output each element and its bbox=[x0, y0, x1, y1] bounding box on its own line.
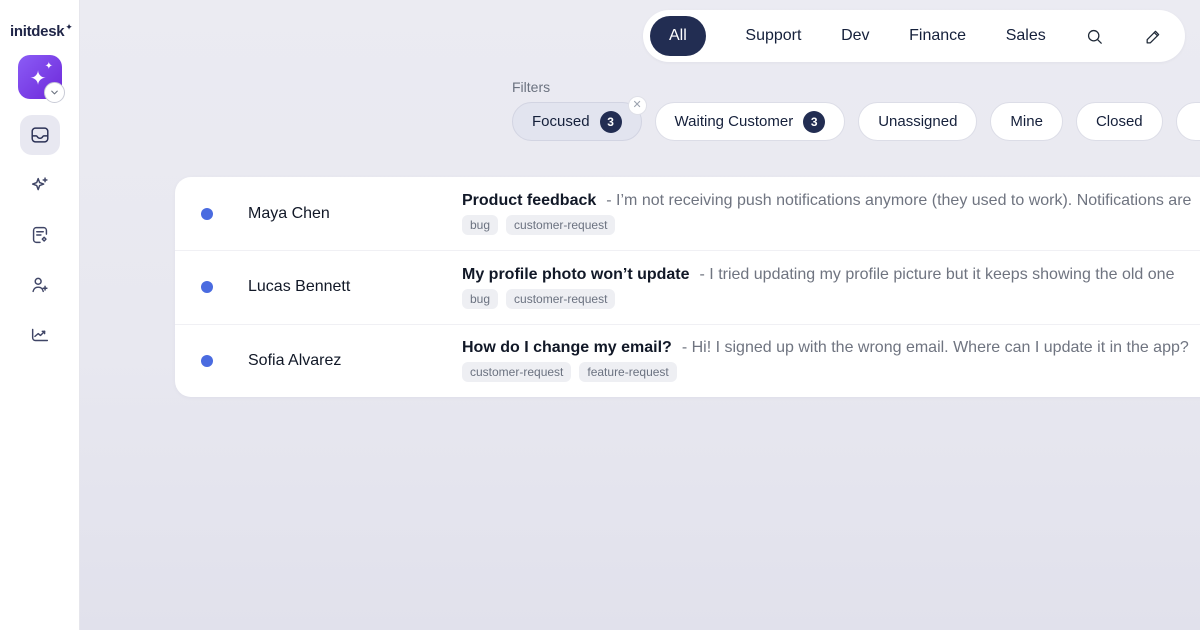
ticket-row[interactable]: Maya Chen Product feedback - I’m not rec… bbox=[175, 177, 1200, 250]
chip-count-badge: 3 bbox=[803, 111, 825, 133]
logo-sparkle-icon: ✦ bbox=[65, 22, 72, 32]
ticket-content: My profile photo won’t update - I tried … bbox=[462, 266, 1200, 309]
sparkle-icon: ✦ bbox=[30, 69, 47, 89]
user-plus-icon bbox=[29, 274, 51, 296]
filter-chip-focused[interactable]: Focused 3 ✕ bbox=[512, 102, 642, 141]
ticket-tag: customer-request bbox=[506, 215, 615, 235]
sparkle-small-icon: ✦ bbox=[45, 62, 53, 72]
tab-support[interactable]: Support bbox=[745, 27, 801, 45]
ticket-content: Product feedback - I’m not receiving pus… bbox=[462, 192, 1200, 235]
sidebar-nav bbox=[20, 115, 60, 355]
ticket-tag: bug bbox=[462, 289, 498, 309]
compose-button[interactable] bbox=[1144, 27, 1163, 46]
sparkles-icon bbox=[29, 174, 51, 196]
note-tasks-icon bbox=[29, 224, 51, 246]
inbox-icon bbox=[29, 124, 51, 146]
sidebar-item-notes[interactable] bbox=[20, 215, 60, 255]
chevron-down-icon bbox=[49, 87, 60, 98]
filters-label: Filters bbox=[512, 79, 550, 95]
ticket-title: Product feedback bbox=[462, 192, 596, 210]
filter-chip-mine[interactable]: Mine bbox=[990, 102, 1063, 141]
filter-chip-closed[interactable]: Closed bbox=[1076, 102, 1163, 141]
unread-dot bbox=[201, 355, 213, 367]
ticket-preview: - Hi! I signed up with the wrong email. … bbox=[682, 339, 1189, 357]
search-button[interactable] bbox=[1085, 27, 1104, 46]
chip-label: Unassigned bbox=[878, 113, 957, 130]
chip-label: Closed bbox=[1096, 113, 1143, 130]
tab-finance[interactable]: Finance bbox=[909, 27, 966, 45]
app-logo: initdesk✦ bbox=[10, 22, 73, 40]
workspace-status-chevron[interactable] bbox=[44, 82, 65, 103]
chip-label: Focused bbox=[532, 113, 590, 130]
chip-close-button[interactable]: ✕ bbox=[628, 96, 647, 115]
ticket-preview: - I tried updating my profile picture bu… bbox=[700, 266, 1175, 284]
ticket-content: How do I change my email? - Hi! I signed… bbox=[462, 339, 1200, 382]
line-chart-icon bbox=[29, 324, 51, 346]
ticket-sender: Sofia Alvarez bbox=[248, 352, 462, 370]
filter-chip-clipped[interactable] bbox=[1176, 102, 1200, 141]
ticket-preview: - I’m not receiving push notifications a… bbox=[606, 192, 1191, 210]
sidebar-item-analytics[interactable] bbox=[20, 315, 60, 355]
sidebar: initdesk✦ ✦ ✦ bbox=[0, 0, 80, 630]
ticket-sender: Maya Chen bbox=[248, 205, 462, 223]
ticket-title: How do I change my email? bbox=[462, 339, 672, 357]
search-icon bbox=[1085, 27, 1104, 46]
chip-label: Waiting Customer bbox=[675, 113, 794, 130]
ticket-tag: customer-request bbox=[506, 289, 615, 309]
ticket-tag: feature-request bbox=[579, 362, 676, 382]
ticket-tag: customer-request bbox=[462, 362, 571, 382]
sidebar-item-ai[interactable] bbox=[20, 165, 60, 205]
tab-sales[interactable]: Sales bbox=[1006, 27, 1046, 45]
ticket-tag: bug bbox=[462, 215, 498, 235]
unread-dot bbox=[201, 208, 213, 220]
chip-count-badge: 3 bbox=[600, 111, 622, 133]
ticket-row[interactable]: Sofia Alvarez How do I change my email? … bbox=[175, 324, 1200, 397]
ticket-row[interactable]: Lucas Bennett My profile photo won’t upd… bbox=[175, 250, 1200, 323]
sidebar-item-inbox[interactable] bbox=[20, 115, 60, 155]
filter-chips: Focused 3 ✕ Waiting Customer 3 Unassigne… bbox=[512, 102, 1200, 141]
filter-chip-unassigned[interactable]: Unassigned bbox=[858, 102, 977, 141]
sidebar-item-contacts[interactable] bbox=[20, 265, 60, 305]
chip-label: Mine bbox=[1010, 113, 1043, 130]
ticket-list: Maya Chen Product feedback - I’m not rec… bbox=[175, 177, 1200, 397]
filter-chip-waiting-customer[interactable]: Waiting Customer 3 bbox=[655, 102, 846, 141]
tab-all[interactable]: All bbox=[650, 16, 706, 56]
tab-dev[interactable]: Dev bbox=[841, 27, 869, 45]
ticket-title: My profile photo won’t update bbox=[462, 266, 690, 284]
ticket-sender: Lucas Bennett bbox=[248, 278, 462, 296]
top-navigation: All Support Dev Finance Sales bbox=[643, 10, 1185, 62]
unread-dot bbox=[201, 281, 213, 293]
pencil-icon bbox=[1144, 27, 1163, 46]
